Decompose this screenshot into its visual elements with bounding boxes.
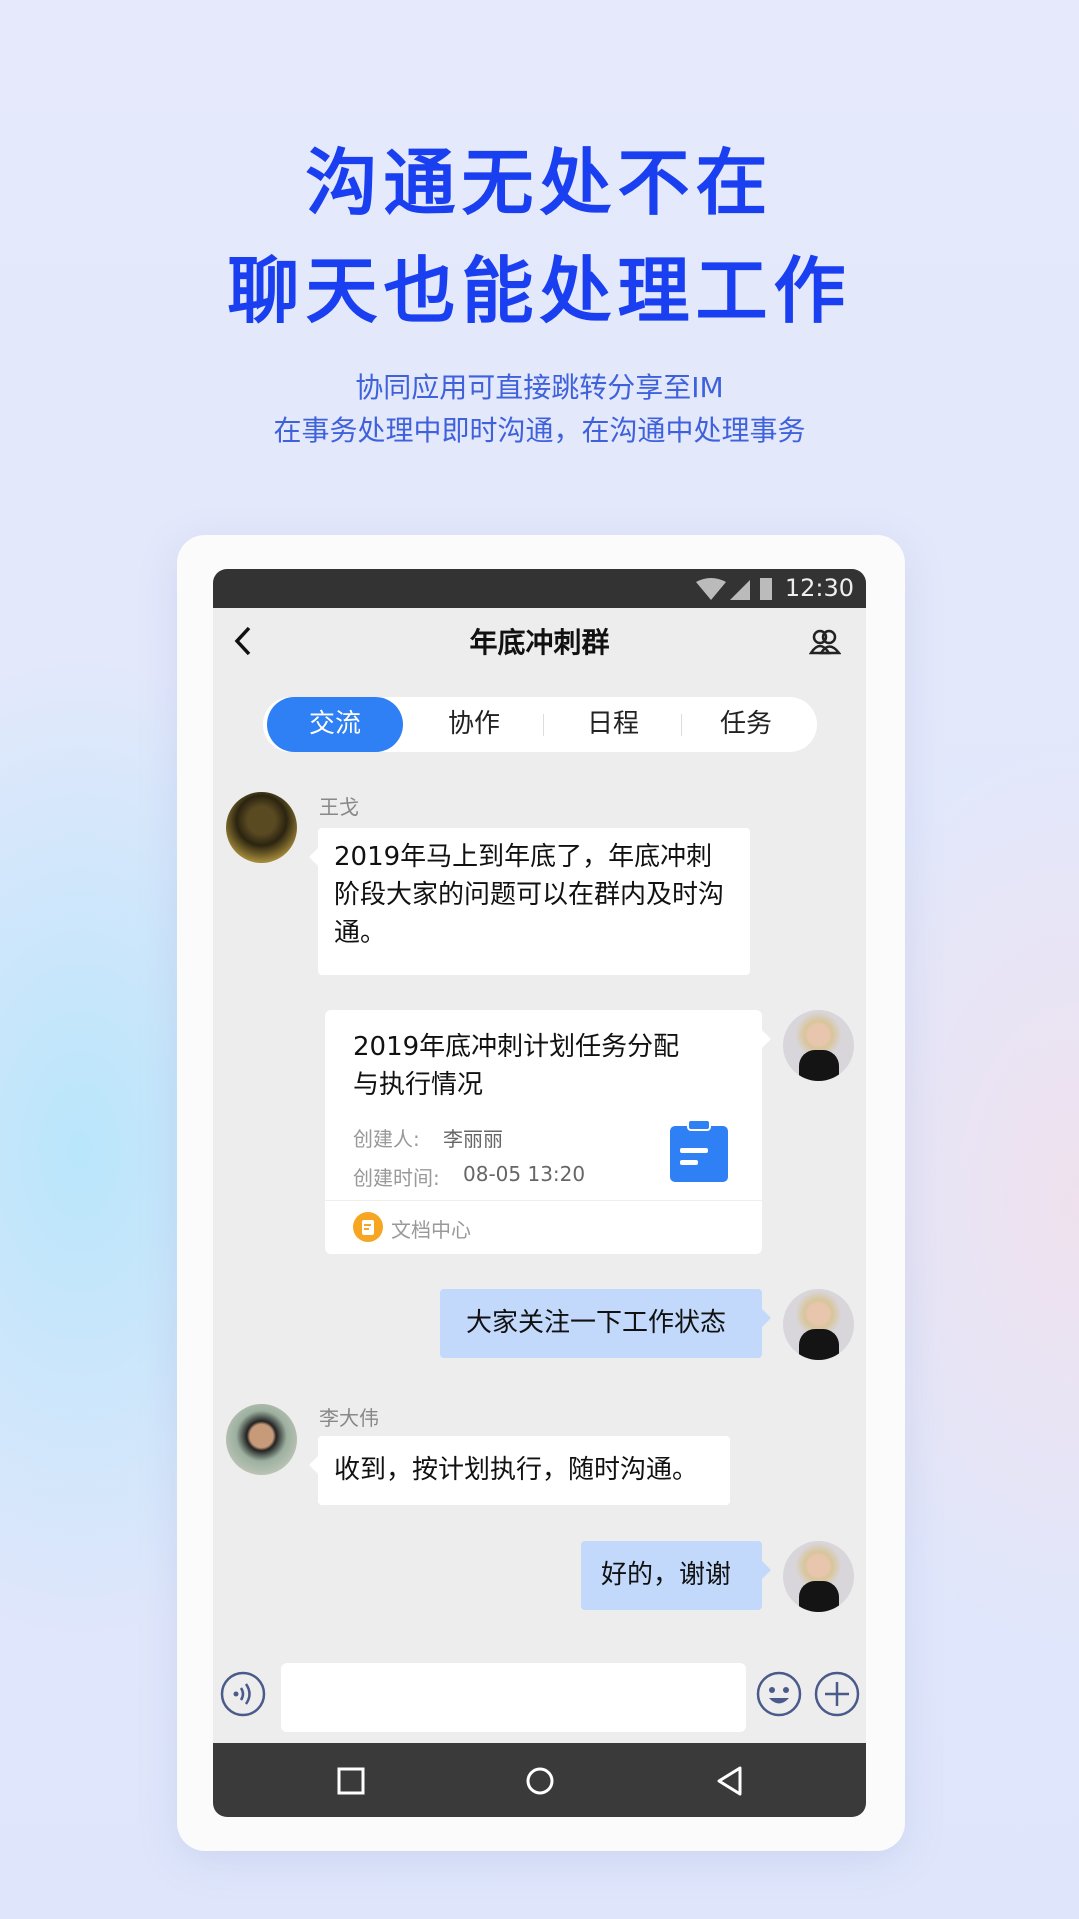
chat-title: 年底冲刺群 (469, 626, 610, 659)
status-bar: 12:30 (213, 569, 866, 608)
creator-label: 创建人: (353, 1127, 420, 1151)
recent-apps-icon[interactable] (337, 1767, 365, 1795)
voice-icon[interactable] (220, 1671, 266, 1717)
input-bar (213, 1645, 866, 1743)
tab-chat[interactable]: 交流 (267, 697, 403, 752)
plus-icon[interactable] (814, 1671, 860, 1717)
headline-line1: 沟通无处不在 (305, 141, 774, 225)
creator-value: 李丽丽 (443, 1127, 503, 1151)
wifi-signal-battery-icons (696, 578, 772, 600)
time-value: 08-05 13:20 (463, 1162, 586, 1186)
message-bubble: 大家关注一下工作状态 (440, 1289, 771, 1358)
sender-name: 王戈 (319, 795, 359, 819)
back-icon[interactable] (715, 1765, 743, 1797)
avatar[interactable] (783, 1289, 854, 1360)
subtitle-line2: 在事务处理中即时沟通，在沟通中处理事务 (273, 414, 806, 447)
status-time: 12:30 (784, 574, 854, 602)
time-label: 创建时间: (353, 1166, 440, 1190)
avatar[interactable] (783, 1010, 854, 1081)
home-icon[interactable] (525, 1766, 555, 1796)
document-center-icon (353, 1212, 383, 1242)
tab-bar: 交流 协作 日程 任务 (263, 697, 817, 752)
sender-name: 李大伟 (319, 1406, 379, 1430)
message-bubble: 2019年马上到年底了，年底冲刺阶段大家的问题可以在群内及时沟通。 (309, 828, 750, 975)
phone-screen: 12:30 年底冲刺群 交流 协作 日程 任务 王戈 2019年马上到年底了，年… (213, 569, 866, 1817)
message-bubble: 好的，谢谢 (581, 1541, 771, 1610)
clipboard-icon (670, 1120, 728, 1182)
tab-schedule[interactable]: 日程 (544, 697, 682, 752)
message-input[interactable] (281, 1663, 746, 1732)
tab-tasks[interactable]: 任务 (677, 697, 815, 752)
avatar[interactable] (783, 1541, 854, 1612)
document-title: 2019年底冲刺计划任务分配与执行情况 (353, 1032, 680, 1100)
subtitle-line1: 协同应用可直接跳转分享至IM (355, 371, 724, 404)
navigation-bar (213, 1743, 866, 1817)
message-bubble: 收到，按计划执行，随时沟通。 (309, 1436, 730, 1505)
document-source: 文档中心 (391, 1218, 471, 1242)
tab-collaborate[interactable]: 协作 (405, 697, 543, 752)
divider (325, 1200, 762, 1201)
emoji-icon[interactable] (756, 1671, 802, 1717)
avatar[interactable] (226, 792, 297, 863)
avatar[interactable] (226, 1404, 297, 1475)
group-icon[interactable] (809, 627, 841, 657)
headline-line2: 聊天也能处理工作 (227, 249, 852, 333)
document-card[interactable]: 2019年底冲刺计划任务分配与执行情况 创建人: 李丽丽 创建时间: 08-05… (325, 1010, 771, 1254)
